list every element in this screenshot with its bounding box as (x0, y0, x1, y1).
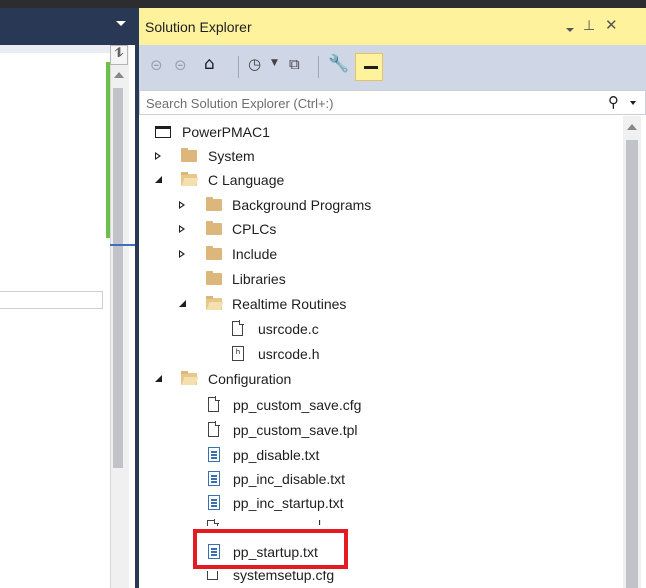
folder-open-icon (181, 172, 197, 186)
folder-icon (206, 271, 222, 285)
left-pane-input[interactable] (0, 291, 103, 309)
collapse-icon[interactable] (155, 176, 162, 183)
expand-icon[interactable] (179, 201, 185, 209)
folder-icon (206, 197, 222, 211)
tree-item-project[interactable]: PowerPMAC1 (155, 120, 455, 144)
tree-item-pp-custom-save-tpl[interactable]: pp_custom_save.tpl (208, 418, 508, 442)
toolbar-separator (318, 56, 319, 78)
history-icon[interactable]: ◷ (248, 55, 261, 73)
tree-item-libraries[interactable]: Libraries (179, 267, 479, 291)
left-scroll-thumb[interactable] (113, 88, 123, 468)
tree-scroll-thumb[interactable] (626, 140, 638, 588)
search-icon[interactable]: ⚲ (608, 93, 619, 111)
expand-icon[interactable] (155, 152, 161, 160)
scroll-up-icon[interactable] (114, 72, 124, 78)
file-icon (208, 396, 220, 412)
left-pane-bar (0, 45, 110, 53)
search-input[interactable] (146, 96, 566, 111)
expand-icon[interactable] (179, 225, 185, 233)
left-pane-header (0, 8, 135, 45)
folder-icon (206, 221, 222, 235)
tree-item-systemsetup[interactable]: systemsetup.cfg (207, 571, 407, 588)
tree-item-cplcs[interactable]: CPLCs (179, 217, 479, 241)
file-icon (208, 421, 220, 437)
tree-item-pp-inc-startup[interactable]: pp_inc_startup.txt (208, 491, 508, 515)
tree-item-pp-disable[interactable]: pp_disable.txt (208, 443, 508, 467)
tree-item-system[interactable]: System (155, 144, 455, 168)
wrench-icon[interactable]: 🔧 (328, 54, 349, 74)
panel-menu-chevron-icon[interactable] (566, 28, 574, 32)
tree-item-pp-custom-save-cfg[interactable]: pp_custom_save.cfg (208, 393, 508, 417)
tree-item-include[interactable]: Include (179, 242, 479, 266)
tree-item-configuration[interactable]: Configuration (155, 367, 455, 391)
text-file-icon (208, 447, 220, 462)
preview-icon (364, 66, 378, 69)
tree-item-background-programs[interactable]: Background Programs (179, 193, 479, 217)
top-frame-strip (0, 0, 646, 8)
change-tracking-bar (106, 62, 110, 238)
folder-icon (181, 148, 197, 162)
sync-view-icon[interactable]: ⧉ (289, 55, 300, 73)
position-marker (110, 244, 135, 246)
tree-item-realtime-routines[interactable]: Realtime Routines (179, 292, 479, 316)
scroll-up-icon[interactable] (627, 124, 637, 130)
collapse-icon[interactable] (179, 300, 186, 307)
collapse-icon[interactable] (155, 375, 162, 382)
forward-icon[interactable]: ⊝ (174, 56, 187, 74)
close-icon[interactable]: ✕ (605, 16, 618, 34)
preview-toggle-button[interactable] (355, 53, 383, 81)
folder-icon (206, 246, 222, 260)
tree-item-pp-inc-disable[interactable]: pp_inc_disable.txt (208, 467, 508, 491)
text-file-icon (208, 495, 220, 510)
tree-item-c-language[interactable]: C Language (155, 168, 455, 192)
tree-item-usrcode-h[interactable]: h usrcode.h (232, 342, 482, 366)
back-icon[interactable]: ⊝ (150, 56, 163, 74)
c-file-icon (232, 320, 244, 336)
home-icon[interactable]: ⌂ (204, 54, 215, 74)
file-icon (207, 571, 218, 580)
folder-open-icon (181, 371, 197, 385)
text-file-icon (208, 471, 220, 486)
tree-item-usrcode-c[interactable]: usrcode.c (232, 317, 482, 341)
search-options-chevron-icon[interactable] (630, 101, 636, 105)
hidden-file-icon-fragment (207, 516, 227, 526)
expand-icon[interactable] (179, 250, 185, 258)
chevron-down-icon[interactable]: ▼ (271, 58, 278, 68)
header-file-icon: h (232, 346, 244, 361)
panel-title: Solution Explorer (145, 19, 252, 35)
project-icon (155, 126, 171, 138)
folder-open-icon (206, 296, 222, 310)
file-icon (207, 519, 219, 526)
hidden-text-fragment: f (318, 520, 332, 526)
toolbar-separator (238, 56, 239, 78)
chevron-down-icon[interactable] (116, 21, 126, 26)
highlight-box (193, 529, 348, 569)
solution-explorer-toolbar (139, 45, 646, 90)
pin-icon[interactable]: ⊥ (583, 18, 595, 34)
split-view-icon[interactable]: ⥮ (110, 45, 128, 65)
